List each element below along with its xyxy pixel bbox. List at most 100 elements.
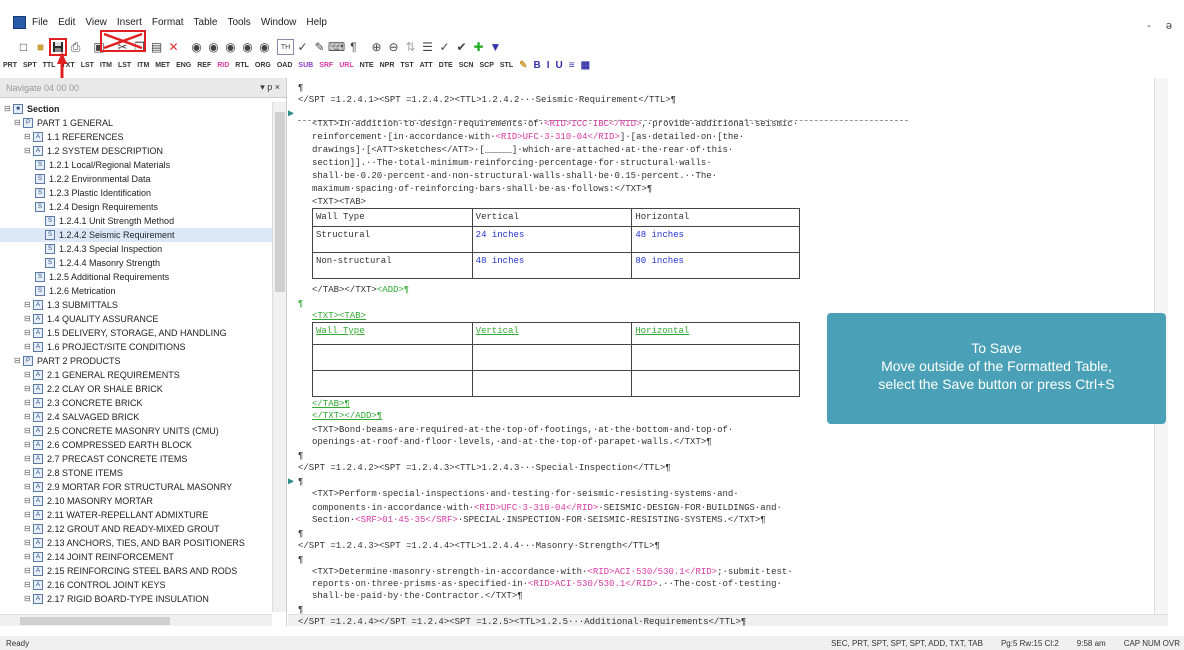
table-cell[interactable]: 80 inches xyxy=(631,252,800,279)
tag-button-itm-7[interactable]: ITM xyxy=(137,62,149,69)
print-icon[interactable]: ⎙ xyxy=(67,39,84,55)
check-icon[interactable]: ✓ xyxy=(436,39,453,55)
tree-item[interactable]: ⊟ A 1.1 REFERENCES xyxy=(0,130,272,144)
table-cell[interactable] xyxy=(312,370,473,397)
navigation-h-scrollbar[interactable] xyxy=(0,614,272,626)
menu-help[interactable]: Help xyxy=(306,17,327,28)
tag-display-icon[interactable]: TH xyxy=(277,39,294,55)
tree-item[interactable]: ⊟ A 2.7 PRECAST CONCRETE ITEMS xyxy=(0,452,272,466)
find-tag-icon[interactable]: ◉ xyxy=(239,39,256,55)
tag-button-rtl-12[interactable]: RTL xyxy=(235,62,249,69)
menu-format[interactable]: Format xyxy=(152,17,184,28)
expand-toggle-icon[interactable]: ⊟ xyxy=(24,326,32,340)
table-cell[interactable]: Structural xyxy=(312,226,473,253)
tag-button-lst-4[interactable]: LST xyxy=(81,62,94,69)
tag-button-scn-23[interactable]: SCN xyxy=(459,62,474,69)
tree-item[interactable]: S 1.2.4.1 Unit Strength Method xyxy=(0,214,272,228)
open-folder-icon[interactable]: ■ xyxy=(32,39,49,55)
expand-toggle-icon[interactable]: ⊟ xyxy=(24,382,32,396)
tag-button-eng-9[interactable]: ENG xyxy=(176,62,191,69)
expand-toggle-icon[interactable]: ⊟ xyxy=(24,494,32,508)
tree-item[interactable]: S 1.2.4.3 Special Inspection xyxy=(0,242,272,256)
expand-toggle-icon[interactable]: ⊟ xyxy=(24,130,32,144)
expand-toggle-icon[interactable]: ⊟ xyxy=(24,438,32,452)
italic-icon[interactable]: I xyxy=(547,60,550,71)
menu-edit[interactable]: Edit xyxy=(58,17,75,28)
check-all-icon[interactable]: ✔ xyxy=(453,39,470,55)
tree-item[interactable]: ⊟ A 2.8 STONE ITEMS xyxy=(0,466,272,480)
new-formatted-table[interactable]: Wall Type Vertical Horizontal xyxy=(312,322,800,397)
table-header-cell[interactable]: Horizontal xyxy=(631,322,800,345)
tree-item[interactable]: S 1.2.5 Additional Requirements xyxy=(0,270,272,284)
table-icon[interactable]: ▦ xyxy=(581,60,590,71)
expand-toggle-icon[interactable]: ⊟ xyxy=(24,466,32,480)
table-cell[interactable] xyxy=(312,344,473,371)
expand-toggle-icon[interactable]: ⊟ xyxy=(14,116,22,130)
tree-item[interactable]: ⊟ A 2.3 CONCRETE BRICK xyxy=(0,396,272,410)
list-icon[interactable]: ☰ xyxy=(419,39,436,55)
tag-view-icon[interactable]: ⌨ xyxy=(328,39,345,55)
tree-item[interactable]: ⊟ A 1.5 DELIVERY, STORAGE, AND HANDLING xyxy=(0,326,272,340)
table-cell[interactable] xyxy=(471,370,633,397)
table-cell[interactable]: 48 inches xyxy=(631,226,800,253)
tree-item[interactable]: ⊟ A 2.6 COMPRESSED EARTH BLOCK xyxy=(0,438,272,452)
tag-button-itm-5[interactable]: ITM xyxy=(100,62,112,69)
tag-button-oad-14[interactable]: OAD xyxy=(277,62,293,69)
tag-button-prt-0[interactable]: PRT xyxy=(3,62,17,69)
tree-item[interactable]: ⊟ P PART 2 PRODUCTS xyxy=(0,354,272,368)
table-header-cell[interactable]: Wall Type xyxy=(312,322,473,345)
tree-item[interactable]: ⊟ A 1.4 QUALITY ASSURANCE xyxy=(0,312,272,326)
expand-toggle-icon[interactable]: ⊟ xyxy=(24,424,32,438)
menu-file[interactable]: File xyxy=(32,17,48,28)
tag-button-ttl-2[interactable]: TTL xyxy=(43,62,56,69)
tag-button-scp-24[interactable]: SCP xyxy=(479,62,493,69)
expand-toggle-icon[interactable]: ⊟ xyxy=(24,564,32,578)
tree-item[interactable]: ⊟ A 2.14 JOINT REINFORCEMENT xyxy=(0,550,272,564)
sort-icon[interactable]: ⇅ xyxy=(402,39,419,55)
expand-toggle-icon[interactable]: ⊟ xyxy=(24,144,32,158)
paragraph-marks-icon[interactable]: ¶ xyxy=(345,39,362,55)
find-next-icon[interactable]: ◉ xyxy=(205,39,222,55)
menu-tools[interactable]: Tools xyxy=(227,17,250,28)
expand-toggle-icon[interactable]: ⊟ xyxy=(24,452,32,466)
expand-toggle-icon[interactable]: ⊟ xyxy=(24,298,32,312)
find-text-icon[interactable]: ◉ xyxy=(256,39,273,55)
tree-item[interactable]: S 1.2.6 Metrication xyxy=(0,284,272,298)
menu-view[interactable]: View xyxy=(85,17,107,28)
table-header-cell[interactable]: Wall Type xyxy=(312,208,473,227)
tree-item[interactable]: ⊟ A 2.4 SALVAGED BRICK xyxy=(0,410,272,424)
tag-button-dte-22[interactable]: DTE xyxy=(439,62,453,69)
table-header-cell[interactable]: Vertical xyxy=(471,208,633,227)
navigation-pane-controls[interactable]: ▾ p × xyxy=(260,82,280,93)
tree-item[interactable]: ⊟ A 1.6 PROJECT/SITE CONDITIONS xyxy=(0,340,272,354)
tree-item[interactable]: S 1.2.4.4 Masonry Strength xyxy=(0,256,272,270)
tag-button-sub-15[interactable]: SUB xyxy=(298,62,313,69)
underline-icon[interactable]: U xyxy=(556,60,563,71)
tag-button-att-21[interactable]: ATT xyxy=(420,62,433,69)
expand-toggle-icon[interactable]: ⊟ xyxy=(24,578,32,592)
navigation-scrollbar[interactable] xyxy=(272,102,286,612)
replace-icon[interactable]: ◉ xyxy=(222,39,239,55)
table-cell[interactable]: 48 inches xyxy=(471,252,633,279)
table-cell[interactable] xyxy=(631,370,800,397)
tree-item[interactable]: ⊟ A 2.2 CLAY OR SHALE BRICK xyxy=(0,382,272,396)
tree-item[interactable]: S 1.2.3 Plastic Identification xyxy=(0,186,272,200)
tree-item[interactable]: ⊟ A 2.1 GENERAL REQUIREMENTS xyxy=(0,368,272,382)
table-header-cell[interactable]: Horizontal xyxy=(631,208,800,227)
expand-toggle-icon[interactable]: ⊟ xyxy=(24,508,32,522)
new-document-icon[interactable]: □ xyxy=(15,39,32,55)
tag-button-npr-19[interactable]: NPR xyxy=(380,62,395,69)
tag-button-stl-25[interactable]: STL xyxy=(500,62,513,69)
expand-toggle-icon[interactable]: ⊟ xyxy=(24,480,32,494)
tree-item[interactable]: ⊟ P PART 1 GENERAL xyxy=(0,116,272,130)
highlight-icon[interactable]: ✎ xyxy=(311,39,328,55)
tag-button-org-13[interactable]: ORG xyxy=(255,62,271,69)
menu-window[interactable]: Window xyxy=(261,17,297,28)
table-cell[interactable] xyxy=(471,344,633,371)
tree-item[interactable]: ⊟ A 1.2 SYSTEM DESCRIPTION xyxy=(0,144,272,158)
expand-toggle-icon[interactable]: ⊟ xyxy=(24,536,32,550)
zoom-in-icon[interactable]: ⊕ xyxy=(368,39,385,55)
expand-toggle-icon[interactable]: ⊟ xyxy=(24,550,32,564)
table-cell[interactable]: Non-structural xyxy=(312,252,473,279)
tree-item[interactable]: ⊟ A 2.5 CONCRETE MASONRY UNITS (CMU) xyxy=(0,424,272,438)
